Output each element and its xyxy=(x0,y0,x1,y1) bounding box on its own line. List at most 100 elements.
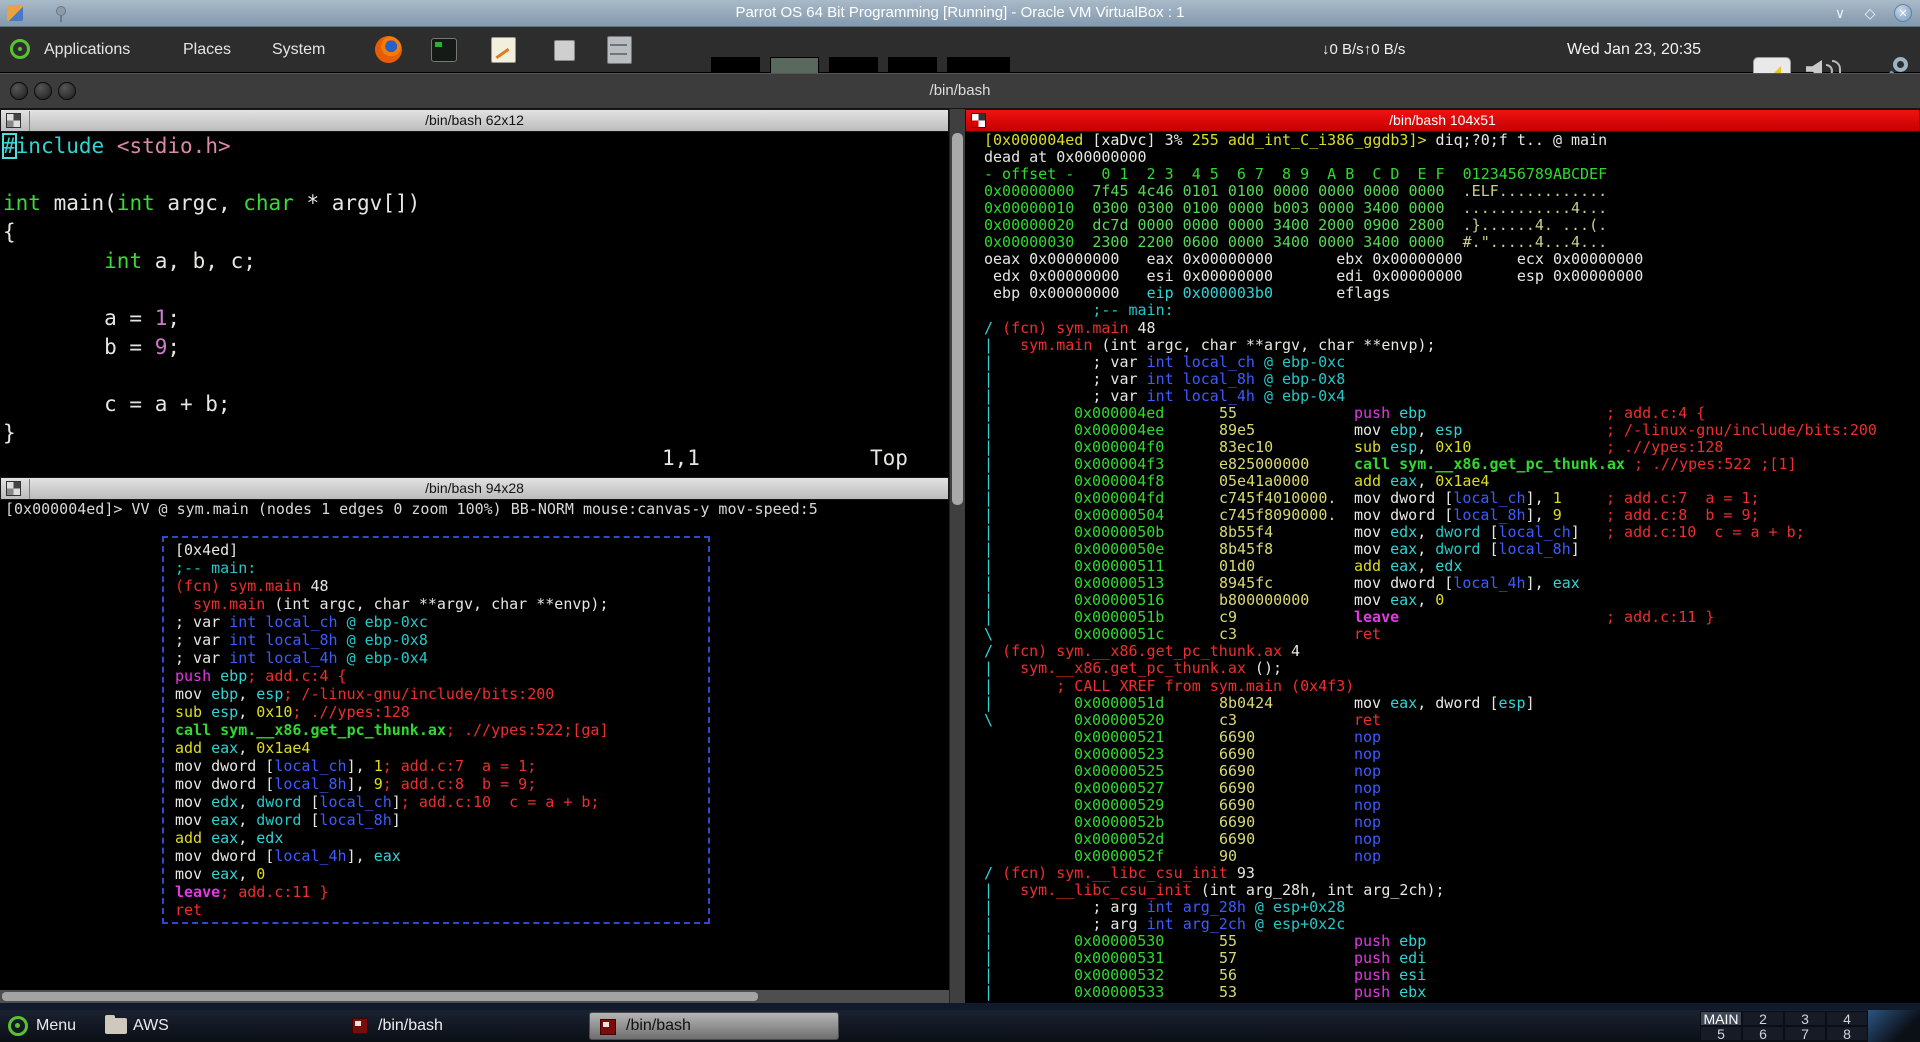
disasm-line: |0x000004ed55push ebp; add.c:4 { xyxy=(984,405,1920,422)
graph-node-line: mov eax, dword [local_8h] xyxy=(175,811,708,829)
graph-node-line: mov dword [local_4h], eax xyxy=(175,847,708,865)
disasm-line: \0x00000520c3ret xyxy=(984,712,1920,729)
clock[interactable]: Wed Jan 23, 20:35 xyxy=(1567,27,1701,72)
xterm-icon xyxy=(600,1019,616,1035)
disasm-line: dead at 0x00000000 xyxy=(984,149,1920,166)
disasm-line: | ; var int local_ch @ ebp-0xc xyxy=(984,354,1920,371)
pin-icon[interactable] xyxy=(56,6,66,16)
disasm-line: ebp 0x00000000 eip 0x000003b0 eflags xyxy=(984,285,1920,302)
taskbar-menu-button[interactable]: Menu xyxy=(36,1010,76,1042)
editor-line: a = 1; xyxy=(3,304,949,333)
disasm-line: 0x0000052b6690nop xyxy=(984,814,1920,831)
graph-node-line: ; var int local_4h @ ebp-0x4 xyxy=(175,649,708,667)
workspace-cell[interactable]: 2 xyxy=(1742,1011,1784,1026)
terminal-window-title: /bin/bash xyxy=(0,74,1920,108)
disasm-line: 0x0000052d6690nop xyxy=(984,831,1920,848)
file-cabinet-icon[interactable] xyxy=(607,36,632,64)
graph-node-line: mov dword [local_8h], 9; add.c:8 b = 9; xyxy=(175,775,708,793)
scrollbar-thumb[interactable] xyxy=(2,992,758,1001)
editor-pane-title: /bin/bash 62x12 xyxy=(425,112,524,128)
horizontal-scrollbar[interactable] xyxy=(0,990,949,1003)
graph-pane-titlebar[interactable]: /bin/bash 94x28 xyxy=(0,477,949,500)
graph-node-line: mov edx, dword [local_ch]; add.c:10 c = … xyxy=(175,793,708,811)
taskbar-aws-shortcut[interactable]: AWS xyxy=(133,1010,169,1042)
vertical-scrollbar[interactable] xyxy=(949,109,965,1003)
basic-block-node[interactable]: [0x4ed];-- main:(fcn) sym.main 48 sym.ma… xyxy=(162,536,710,924)
window-button-icon[interactable] xyxy=(58,82,76,100)
magnifier-icon[interactable] xyxy=(1893,57,1908,72)
folder-icon[interactable] xyxy=(105,1018,127,1034)
graph-node-line: sym.main (int argc, char **argv, char **… xyxy=(175,595,708,613)
editor-line: { xyxy=(3,218,949,247)
chevron-down-icon[interactable]: ∨ xyxy=(1830,0,1850,27)
restore-icon[interactable]: ◇ xyxy=(1860,0,1880,27)
workspace-cell[interactable]: 8 xyxy=(1826,1026,1868,1041)
taskbar-menu-icon[interactable] xyxy=(8,1016,28,1036)
workspace-cell[interactable]: 5 xyxy=(1700,1026,1742,1041)
close-icon[interactable]: ✕ xyxy=(1894,4,1912,22)
disasm-line: 0x00000030 2300 2200 0600 0000 3400 0000… xyxy=(984,234,1920,251)
disasm-line: 0x000005216690nop xyxy=(984,729,1920,746)
editor-line xyxy=(3,362,949,391)
terminal-launcher-icon[interactable] xyxy=(431,38,457,62)
editor-line xyxy=(3,275,949,304)
window-button-icon[interactable] xyxy=(10,82,28,100)
pane-menu-icon[interactable] xyxy=(6,481,21,496)
divider xyxy=(29,111,30,131)
divider xyxy=(29,479,30,499)
graph-pane-title: /bin/bash 94x28 xyxy=(425,480,524,496)
menu-system[interactable]: System xyxy=(272,27,325,72)
disasm-line: | ; var int local_8h @ ebp-0x8 xyxy=(984,371,1920,388)
parrot-menu-icon[interactable] xyxy=(10,39,30,59)
terminal-window-titlebar[interactable]: /bin/bash xyxy=(0,73,1920,109)
disasm-line: / (fcn) sym.__x86.get_pc_thunk.ax 4 xyxy=(984,643,1920,660)
text-editor-icon[interactable] xyxy=(491,37,516,63)
radare2-disasm-pane[interactable]: [0x000004ed [xaDvc] 3% 255 add_int_C_i38… xyxy=(965,132,1920,1003)
task-button-label: /bin/bash xyxy=(378,1010,443,1042)
disasm-line: 0x000005296690nop xyxy=(984,797,1920,814)
graph-node-line: sub esp, 0x10; .//ypes:128 xyxy=(175,703,708,721)
scrollbar-thumb[interactable] xyxy=(952,133,963,505)
vim-position-indicator: Top xyxy=(870,446,908,470)
window-button-icon[interactable] xyxy=(34,82,52,100)
disasm-pane-titlebar[interactable]: /bin/bash 104x51 xyxy=(965,109,1920,132)
top-panel: Applications Places System ↓0 B/s↑0 B/s … xyxy=(0,27,1920,73)
network-speed-applet[interactable]: ↓0 B/s↑0 B/s xyxy=(1322,27,1405,72)
disasm-line: | ; var int local_4h @ ebp-0x4 xyxy=(984,388,1920,405)
pane-menu-icon[interactable] xyxy=(971,113,986,128)
workspace-cell[interactable]: MAIN xyxy=(1700,1011,1742,1026)
task-button-bash-1[interactable]: /bin/bash xyxy=(344,1010,564,1042)
workspace-pager[interactable]: MAIN234 5678 xyxy=(1700,1011,1868,1041)
task-button-label: /bin/bash xyxy=(626,1013,691,1039)
disasm-line: 0x00000020 dc7d 0000 0000 0000 3400 2000… xyxy=(984,217,1920,234)
disasm-line: |0x000004fdc745f4010000.mov dword [local… xyxy=(984,490,1920,507)
disasm-line: 0x000005236690nop xyxy=(984,746,1920,763)
disasm-line: \0x0000051cc3ret xyxy=(984,626,1920,643)
r2-graph-statusline: [0x000004ed]> VV @ sym.main (nodes 1 edg… xyxy=(0,500,949,518)
disasm-line: |0x0000053256push esi xyxy=(984,967,1920,984)
menu-applications[interactable]: Applications xyxy=(44,27,130,72)
graph-node-line: call sym.__x86.get_pc_thunk.ax; .//ypes:… xyxy=(175,721,708,739)
editor-pane-titlebar[interactable]: /bin/bash 62x12 xyxy=(0,109,949,132)
disasm-line: oeax 0x00000000 eax 0x00000000 ebx 0x000… xyxy=(984,251,1920,268)
graph-node-line: add eax, edx xyxy=(175,829,708,847)
disasm-line: [0x000004ed [xaDvc] 3% 255 add_int_C_i38… xyxy=(984,132,1920,149)
vim-editor-pane[interactable]: #include <stdio.h>int main(int argc, cha… xyxy=(0,132,949,477)
task-button-bash-2-active[interactable]: /bin/bash xyxy=(589,1012,839,1040)
disasm-line: ;-- main: xyxy=(984,302,1920,319)
graph-node-line: ; var int local_8h @ ebp-0x8 xyxy=(175,631,708,649)
disasm-line: |0x000004ee89e5mov ebp, esp; /-linux-gnu… xyxy=(984,422,1920,439)
xterm-icon xyxy=(352,1018,368,1034)
workspace-cell[interactable]: 3 xyxy=(1784,1011,1826,1026)
workspace-cell[interactable]: 7 xyxy=(1784,1026,1826,1041)
virtualbox-vm-icon xyxy=(7,5,23,21)
graph-node-line: ;-- main: xyxy=(175,559,708,577)
radare2-graph-pane[interactable]: [0x000004ed]> VV @ sym.main (nodes 1 edg… xyxy=(0,500,949,990)
workspace-cell[interactable]: 4 xyxy=(1826,1011,1868,1026)
graph-node-line: ; var int local_ch @ ebp-0xc xyxy=(175,613,708,631)
menu-places[interactable]: Places xyxy=(183,27,231,72)
app-launcher-icon[interactable] xyxy=(554,40,575,61)
pane-menu-icon[interactable] xyxy=(6,113,21,128)
firefox-icon[interactable] xyxy=(375,36,402,63)
workspace-cell[interactable]: 6 xyxy=(1742,1026,1784,1041)
